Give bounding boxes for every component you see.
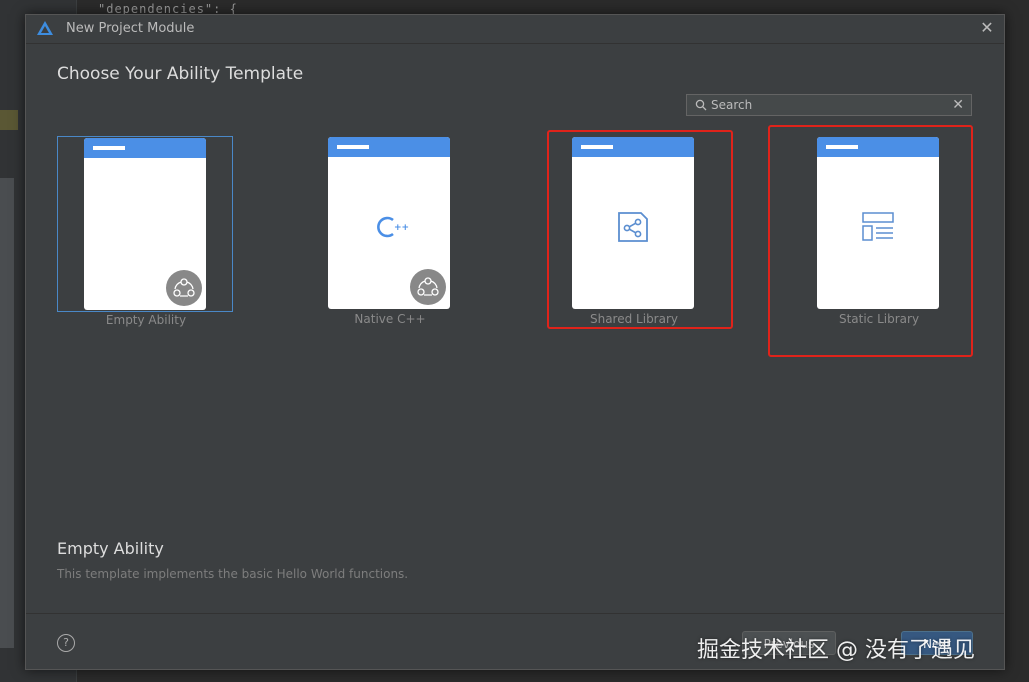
editor-highlight — [0, 110, 18, 130]
search-icon — [695, 99, 707, 111]
svg-text:++: ++ — [394, 223, 409, 233]
deveco-logo-icon — [37, 21, 53, 35]
search-box[interactable]: ✕ — [686, 94, 972, 116]
preview-header-line — [581, 145, 613, 149]
template-label: Empty Ability — [105, 313, 187, 327]
template-preview — [817, 137, 939, 309]
preview-header-bar — [328, 137, 450, 157]
preview-header-bar — [84, 138, 206, 158]
template-preview: ++ — [328, 137, 450, 309]
preview-header-bar — [817, 137, 939, 157]
template-description-text: This template implements the basic Hello… — [57, 567, 409, 581]
template-label: Shared Library — [589, 312, 679, 326]
share-icon — [618, 212, 648, 242]
close-icon[interactable]: ✕ — [978, 19, 996, 37]
help-button[interactable]: ? — [57, 634, 75, 652]
page-heading: Choose Your Ability Template — [57, 64, 304, 84]
preview-header-line — [826, 145, 858, 149]
layout-icon — [862, 212, 894, 241]
template-shared-library[interactable]: Shared Library — [546, 136, 722, 326]
template-preview — [84, 138, 206, 310]
harmony-badge-icon — [410, 269, 446, 305]
preview-header-bar — [572, 137, 694, 157]
footer-divider — [26, 613, 1004, 614]
clear-search-icon[interactable]: ✕ — [952, 97, 964, 113]
dialog-titlebar: New Project Module ✕ — [26, 15, 1004, 44]
new-project-module-dialog: New Project Module ✕ Choose Your Ability… — [25, 14, 1005, 670]
preview-header-line — [93, 146, 125, 150]
search-input[interactable] — [711, 96, 941, 114]
template-label: Static Library — [838, 312, 920, 326]
editor-left-scrollbar — [0, 178, 14, 648]
cpp-icon: ++ — [377, 216, 409, 238]
harmony-badge-icon — [166, 270, 202, 306]
preview-header-line — [337, 145, 369, 149]
template-preview — [572, 137, 694, 309]
dialog-title: New Project Module — [66, 21, 195, 36]
template-empty-ability[interactable]: Empty Ability — [57, 136, 233, 327]
template-label: Native C++ — [354, 312, 426, 326]
template-description-title: Empty Ability — [57, 539, 164, 558]
template-static-library[interactable]: Static Library — [791, 136, 967, 326]
template-native-cpp[interactable]: ++ Native C++ — [302, 136, 478, 326]
watermark-text: 掘金技术社区 @ 没有了遇见 — [697, 638, 975, 663]
